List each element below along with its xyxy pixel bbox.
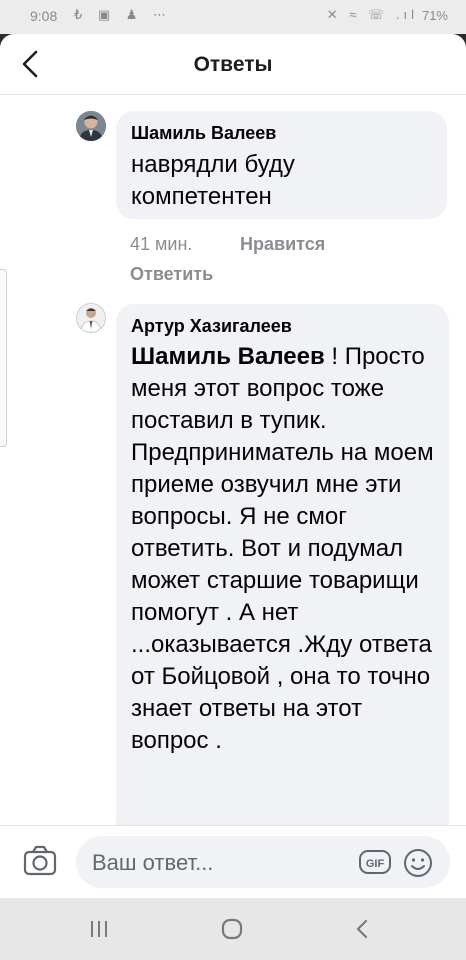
comments-list[interactable]: Шамиль Валеев наврядли буду компетентен … (0, 94, 466, 825)
gif-button[interactable]: GIF (358, 849, 392, 875)
comment-author[interactable]: Артур Хазигалеев (131, 316, 435, 337)
battery-level: 71% (421, 8, 448, 23)
gif-label: GIF (366, 858, 385, 870)
gif-icon: GIF (359, 850, 391, 874)
comment-bubble[interactable]: Артур Хазигалеев Шамиль Валеев ! Просто … (116, 304, 449, 825)
avatar[interactable] (76, 303, 106, 333)
person-photo-icon (76, 111, 106, 141)
side-panel-handle[interactable] (0, 269, 7, 447)
system-back-button[interactable] (352, 917, 372, 941)
avatar[interactable] (76, 111, 106, 141)
reply-composer: Ваш ответ... GIF (0, 825, 466, 898)
comment-body: ! Просто меня этот вопрос тоже поставил … (131, 343, 434, 754)
replies-sheet: Ответы Шамиль Валеев наврядли буду компе… (0, 34, 466, 898)
recent-apps-button[interactable] (88, 918, 110, 940)
status-bar: 9:08 ₺ ▣ ♟ ⋯ ✕ ≈ ☏ .ıl 71% (0, 0, 466, 34)
home-button[interactable] (220, 917, 244, 941)
like-button[interactable]: Нравится (240, 234, 325, 255)
status-time: 9:08 (30, 8, 58, 24)
notification-icons: ₺ ▣ ♟ ⋯ (74, 7, 173, 22)
comment-time: 41 мин. (130, 234, 193, 254)
mention-link[interactable]: Шамиль Валеев (131, 343, 325, 370)
reply-input[interactable]: Ваш ответ... GIF (76, 836, 450, 888)
page-title: Ответы (193, 53, 273, 76)
comment-author[interactable]: Шамиль Валеев (131, 123, 433, 144)
person-photo-icon (77, 304, 105, 332)
connectivity-icons: ✕ ≈ ☏ .ıl (326, 7, 418, 22)
emoji-icon (404, 849, 432, 877)
home-icon (221, 918, 243, 940)
comment-text: наврядли буду компетентен (131, 151, 295, 210)
comment-text: Шамиль Валеев ! Просто меня этот вопрос … (131, 341, 435, 757)
camera-button[interactable] (22, 843, 58, 879)
reply-button[interactable]: Ответить (130, 264, 213, 285)
back-arrow-icon (356, 919, 368, 939)
header: Ответы (0, 34, 466, 95)
reply-input-placeholder: Ваш ответ... (92, 850, 214, 875)
recent-apps-icon (91, 921, 107, 937)
emoji-button[interactable] (402, 847, 434, 879)
system-navigation-bar (0, 898, 466, 960)
comment-bubble[interactable]: Шамиль Валеев наврядли буду компетентен (116, 111, 447, 219)
camera-icon (23, 845, 57, 876)
